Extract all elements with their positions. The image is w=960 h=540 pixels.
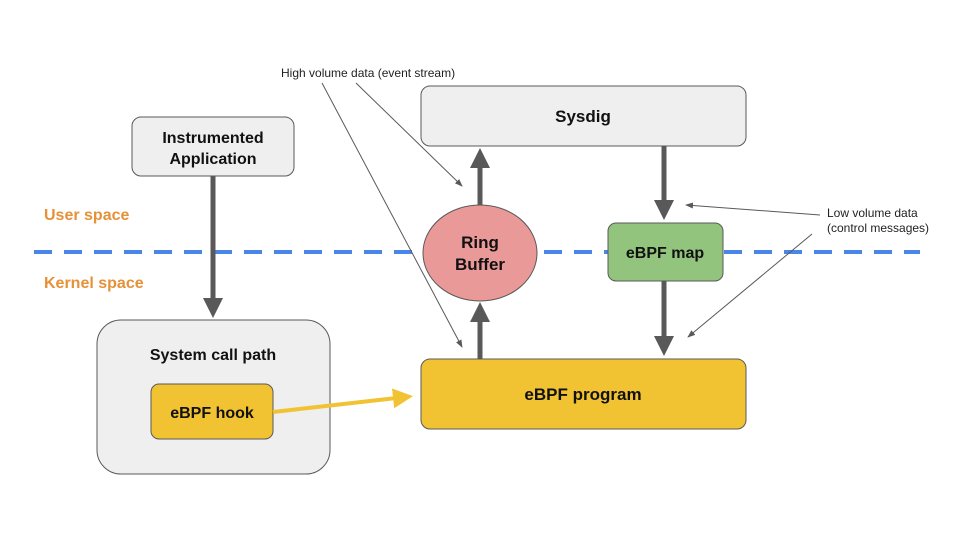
instrumented-application-node[interactable]: Instrumented Application (131, 116, 295, 177)
diagram-canvas: User space Kernel space Sysdig Instrumen… (34, 66, 929, 475)
sysdig-label: Sysdig (555, 107, 611, 126)
ebpf-hook-label: eBPF hook (170, 405, 254, 422)
ring-buffer-label-line1: Ring (461, 233, 499, 252)
ring-buffer-node[interactable]: Ring Buffer (422, 204, 538, 302)
low-volume-annotation-line1: Low volume data (827, 206, 918, 220)
high-volume-annotation: High volume data (event stream) (281, 66, 455, 80)
ebpf-program-node[interactable]: eBPF program (420, 358, 747, 430)
instrumented-application-label-line1: Instrumented (162, 130, 263, 147)
low-volume-annotation-line2: (control messages) (827, 221, 929, 235)
instrumented-application-label-line2: Application (169, 151, 256, 168)
ebpf-map-node[interactable]: eBPF map (607, 222, 724, 282)
user-space-label: User space (44, 207, 129, 224)
kernel-space-label: Kernel space (44, 275, 144, 292)
ring-buffer-label-line2: Buffer (455, 255, 505, 274)
ebpf-program-label: eBPF program (524, 385, 641, 404)
low-volume-pointer-top (685, 202, 821, 216)
ebpf-map-label: eBPF map (626, 245, 704, 262)
system-call-path-label: System call path (150, 347, 276, 364)
ebpf-hook-node[interactable]: eBPF hook (150, 383, 274, 440)
sysdig-node[interactable]: Sysdig (420, 85, 747, 147)
